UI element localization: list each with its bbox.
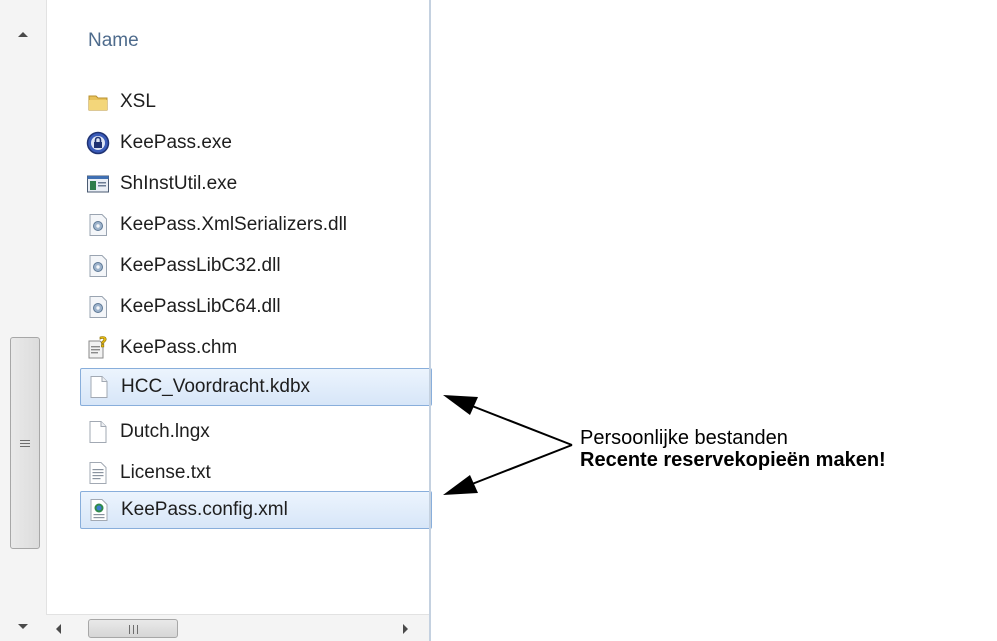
annotation-line-2: Recente reservekopieën maken!	[580, 449, 886, 471]
callout-arrows	[443, 395, 573, 495]
arrow-line-bottom	[466, 444, 573, 487]
annotation-note: Persoonlijke bestanden Recente reserveko…	[580, 427, 886, 471]
arrowhead-top-icon	[443, 395, 478, 415]
arrow-line-top	[466, 403, 573, 446]
annotation-line-1: Persoonlijke bestanden	[580, 427, 788, 449]
arrowhead-bottom-icon	[443, 475, 478, 495]
